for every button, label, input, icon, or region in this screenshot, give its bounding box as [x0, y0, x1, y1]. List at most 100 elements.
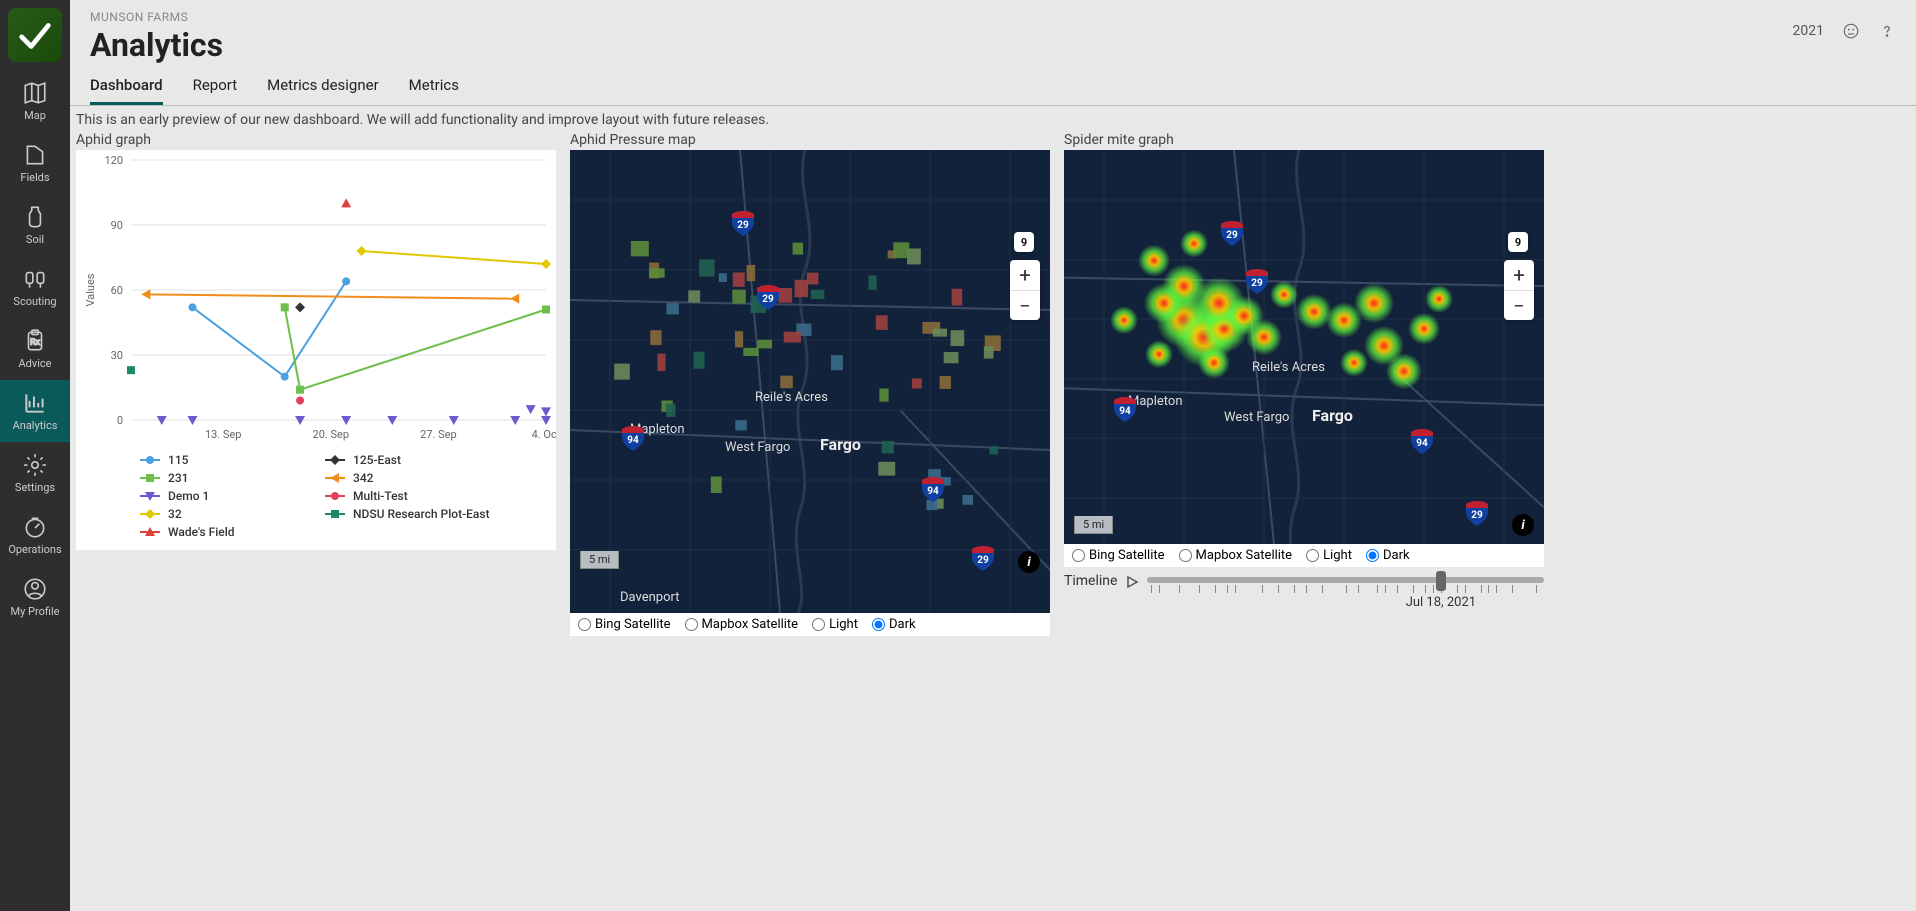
aphid-chart-card: 0 30 60 90 120 13. Sep 20. Sep 27. Sep 4. Oct Val… — [76, 150, 556, 550]
svg-text:115: 115 — [168, 453, 189, 467]
svg-text:29: 29 — [762, 294, 774, 305]
spider-mite-panel: Spider mite graph 9 + − 5 mi i Fargo Wes… — [1064, 132, 1544, 636]
interstate-shield-icon: 29 — [970, 545, 996, 571]
nav-item-operations[interactable]: Operations — [0, 504, 70, 566]
face-icon[interactable] — [1842, 22, 1860, 40]
svg-text:94: 94 — [1119, 406, 1131, 417]
zoom-out-button[interactable]: − — [1010, 290, 1040, 320]
zoom-in-button[interactable]: + — [1010, 260, 1040, 290]
svg-text:32: 32 — [168, 507, 182, 521]
aphid-chart[interactable]: 0 30 60 90 120 13. Sep 20. Sep 27. Sep 4. Oct Val… — [76, 150, 556, 550]
nav-item-map[interactable]: Map — [0, 70, 70, 132]
svg-text:94: 94 — [1416, 438, 1428, 449]
svg-text:120: 120 — [104, 154, 123, 167]
scale-bar: 5 mi — [1074, 516, 1113, 534]
timeline-date: Jul 18, 2021 — [1406, 595, 1476, 610]
nav-item-my-profile[interactable]: My Profile — [0, 566, 70, 628]
svg-text:13. Sep: 13. Sep — [205, 428, 242, 441]
basemap-option-dark[interactable]: Dark — [1366, 548, 1410, 563]
svg-text:29: 29 — [1251, 278, 1263, 289]
tab-metrics-designer[interactable]: Metrics designer — [267, 76, 379, 105]
tab-metrics[interactable]: Metrics — [409, 76, 459, 105]
nav-item-settings[interactable]: Settings — [0, 442, 70, 504]
timeline-thumb[interactable] — [1436, 571, 1446, 591]
svg-text:94: 94 — [927, 486, 939, 497]
timeline-label: Timeline — [1064, 571, 1117, 589]
map-info-button[interactable]: i — [1512, 514, 1534, 536]
basemap-option-mapbox-satellite[interactable]: Mapbox Satellite — [1179, 548, 1293, 563]
svg-text:20. Sep: 20. Sep — [313, 428, 350, 441]
page-title: Analytics — [90, 26, 1896, 64]
year-selector[interactable]: 2021 — [1793, 23, 1824, 39]
svg-text:29: 29 — [1471, 510, 1483, 521]
interstate-shield-icon: 94 — [1112, 396, 1138, 422]
basemap-option-light[interactable]: Light — [812, 617, 858, 632]
header: MUNSON FARMS Analytics 2021 — [70, 0, 1916, 64]
preview-note: This is an early preview of our new dash… — [70, 106, 1916, 132]
nav-item-advice[interactable]: RxAdvice — [0, 318, 70, 380]
nav-item-analytics[interactable]: Analytics — [0, 380, 70, 442]
svg-text:Demo 1: Demo 1 — [168, 489, 209, 503]
svg-text:Values: Values — [84, 273, 97, 306]
interstate-shield-icon: 94 — [1409, 428, 1435, 454]
spider-mite-map[interactable]: 9 + − 5 mi i Fargo West Fargo Mapleton R… — [1064, 150, 1544, 544]
farm-name: MUNSON FARMS — [90, 10, 1896, 24]
svg-text:27. Sep: 27. Sep — [420, 428, 457, 441]
basemap-option-bing-satellite[interactable]: Bing Satellite — [1072, 548, 1165, 563]
svg-text:29: 29 — [1226, 230, 1238, 241]
map-info-button[interactable]: i — [1018, 551, 1040, 573]
svg-text:125-East: 125-East — [353, 453, 401, 467]
nav-item-fields[interactable]: Fields — [0, 132, 70, 194]
scale-bar: 5 mi — [580, 551, 619, 569]
basemap-option-mapbox-satellite[interactable]: Mapbox Satellite — [685, 617, 799, 632]
zoom-out-button[interactable]: − — [1504, 290, 1534, 320]
svg-text:Multi-Test: Multi-Test — [353, 489, 408, 503]
main: MUNSON FARMS Analytics 2021 Dashboard Rep… — [70, 0, 1916, 911]
zoom-level-badge: 9 — [1508, 232, 1528, 252]
svg-text:94: 94 — [627, 435, 639, 446]
timeline-track[interactable]: Jul 18, 2021 — [1147, 571, 1544, 607]
interstate-shield-icon: 29 — [755, 284, 781, 310]
svg-text:Rx: Rx — [30, 337, 40, 347]
tab-report[interactable]: Report — [193, 76, 238, 105]
interstate-shield-icon: 29 — [1219, 220, 1245, 246]
nav-item-soil[interactable]: Soil — [0, 194, 70, 256]
interstate-shield-icon: 94 — [620, 425, 646, 451]
app-logo[interactable] — [8, 8, 62, 62]
basemap-option-dark[interactable]: Dark — [872, 617, 916, 632]
basemap-option-light[interactable]: Light — [1306, 548, 1352, 563]
aphid-map[interactable]: 9 + − 5 mi i Fargo West Fargo Mapleton R… — [570, 150, 1050, 613]
help-icon[interactable] — [1878, 22, 1896, 40]
sidebar: MapFieldsSoilScoutingRxAdviceAnalyticsSe… — [0, 0, 70, 911]
panel-title: Aphid graph — [76, 132, 556, 148]
tab-dashboard[interactable]: Dashboard — [90, 76, 163, 105]
interstate-shield-icon: 94 — [920, 476, 946, 502]
svg-text:342: 342 — [353, 471, 374, 485]
basemap-selector: Bing Satellite Mapbox Satellite Light Dark — [570, 613, 1050, 636]
svg-text:4. Oct: 4. Oct — [532, 428, 556, 441]
svg-text:0: 0 — [117, 414, 123, 427]
aphid-map-panel: Aphid Pressure map 9 + − 5 mi i Fargo We… — [570, 132, 1050, 636]
nav-item-scouting[interactable]: Scouting — [0, 256, 70, 318]
zoom-control: + − — [1504, 260, 1534, 320]
zoom-in-button[interactable]: + — [1504, 260, 1534, 290]
interstate-shield-icon: 29 — [1244, 268, 1270, 294]
svg-text:29: 29 — [977, 555, 989, 566]
zoom-control: + − — [1010, 260, 1040, 320]
svg-text:231: 231 — [168, 471, 188, 485]
basemap-option-bing-satellite[interactable]: Bing Satellite — [578, 617, 671, 632]
interstate-shield-icon: 29 — [1464, 500, 1490, 526]
svg-text:60: 60 — [111, 284, 123, 297]
svg-text:NDSU Research Plot-East: NDSU Research Plot-East — [353, 507, 490, 521]
panel-title: Aphid Pressure map — [570, 132, 1050, 148]
zoom-level-badge: 9 — [1014, 232, 1034, 252]
svg-text:29: 29 — [737, 220, 749, 231]
interstate-shield-icon: 29 — [730, 210, 756, 236]
basemap-selector: Bing Satellite Mapbox Satellite Light Dark — [1064, 544, 1544, 567]
svg-text:90: 90 — [111, 219, 123, 232]
tabs: Dashboard Report Metrics designer Metrics — [70, 64, 1916, 106]
svg-text:Wade's Field: Wade's Field — [168, 525, 235, 539]
panel-title: Spider mite graph — [1064, 132, 1544, 148]
svg-text:30: 30 — [111, 349, 123, 362]
play-icon[interactable] — [1125, 571, 1139, 593]
